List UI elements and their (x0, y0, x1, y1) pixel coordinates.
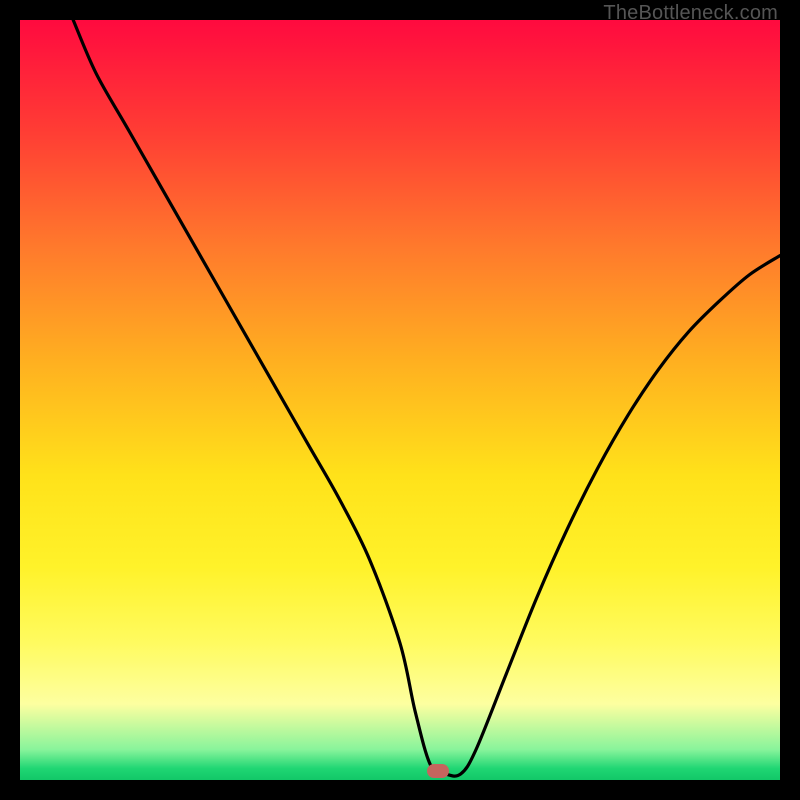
bottleneck-curve (73, 20, 780, 776)
optimal-marker (427, 764, 449, 778)
plot-area (20, 20, 780, 780)
curve-svg (20, 20, 780, 780)
chart-frame: TheBottleneck.com (0, 0, 800, 800)
